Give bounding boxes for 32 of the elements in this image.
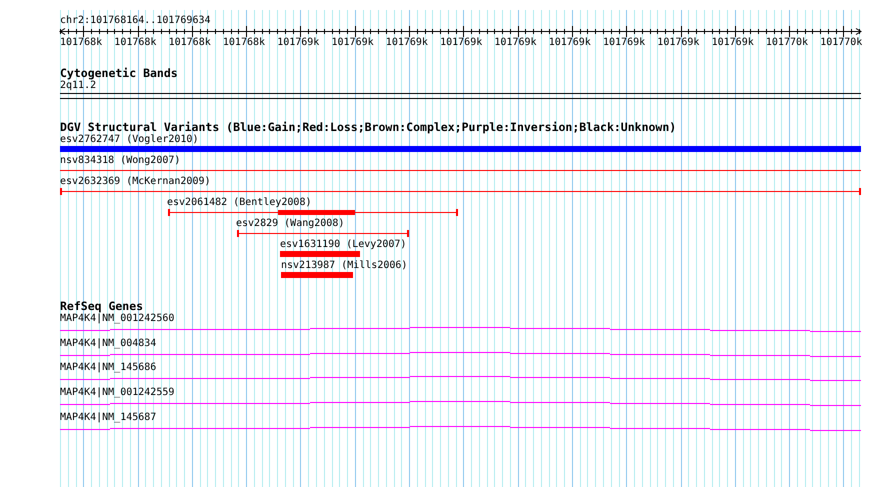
ruler-label: 101769k — [332, 38, 374, 48]
ruler-label: 101768k — [168, 38, 211, 48]
gene-label: MAP4K4|NM_145686 — [60, 363, 156, 374]
ruler-label: 101769k — [494, 38, 537, 48]
band-label: 2q11.2 — [60, 81, 96, 91]
gene-label: MAP4K4|NM_004834 — [60, 338, 156, 349]
gene-label: MAP4K4|NM_001242559 — [60, 388, 174, 398]
track-title: RefSeq Genes — [60, 301, 144, 312]
variant-label: esv1631190 (Levy2007) — [280, 240, 406, 250]
variant-label: nsv834318 (Wong2007) — [60, 156, 180, 166]
ruler-label: 101769k — [277, 38, 320, 48]
ruler-label: 101770k — [766, 38, 808, 48]
track-title: DGV Structural Variants (Blue:Gain;Red:Loss;Brown:Complex;Purple:Inversion;Black:Unknown) — [60, 122, 676, 134]
ruler-label: 101769k — [548, 38, 591, 48]
ruler-label: 101769k — [603, 38, 646, 48]
ruler-label: 101768k — [60, 38, 102, 48]
ruler-label: 101769k — [440, 38, 482, 48]
variant-label: esv2829 (Wang2008) — [236, 219, 344, 229]
variant-label: esv2762747 (Vogler2010) — [60, 135, 198, 145]
variant-label: esv2632369 (McKernan2009) — [60, 177, 211, 187]
gene-label: MAP4K4|NM_145687 — [60, 412, 156, 423]
location-text: chr2:101768164..101769634 — [60, 16, 211, 26]
gene-label: MAP4K4|NM_001242560 — [60, 314, 174, 324]
ruler-label: 101768k — [114, 38, 156, 48]
ruler-label: 101769k — [712, 38, 754, 48]
track-title: Cytogenetic Bands — [60, 68, 178, 80]
ruler-label: 101768k — [222, 38, 266, 48]
ruler-label: 101769k — [657, 38, 700, 48]
ruler-label: 101769k — [386, 38, 428, 48]
ruler-label: 101770k — [820, 38, 862, 48]
variant-label: nsv213987 (Mills2006) — [281, 261, 408, 271]
variant-label: esv2061482 (Bentley2008) — [167, 198, 312, 208]
